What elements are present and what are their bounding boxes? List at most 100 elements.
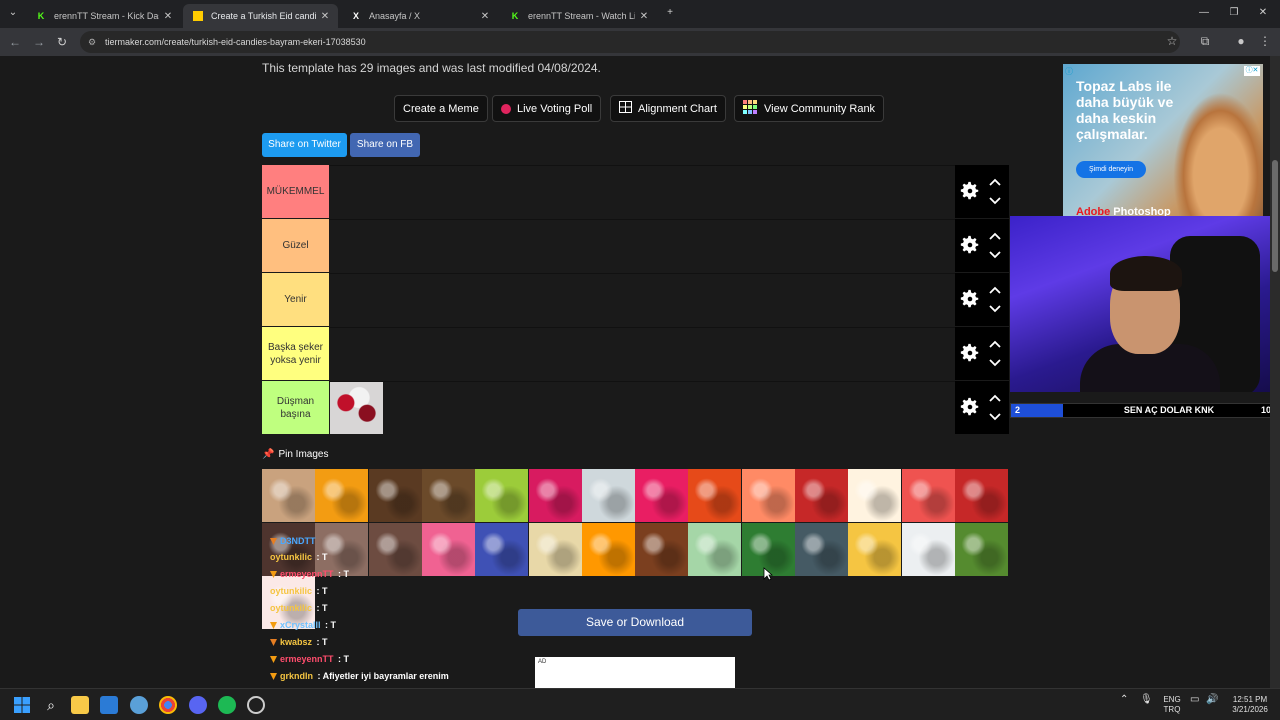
chevron-up-icon[interactable] — [988, 177, 1002, 187]
close-icon[interactable]: ✕ — [480, 11, 490, 22]
gear-icon[interactable] — [959, 234, 981, 256]
close-icon[interactable]: ✕ — [163, 11, 173, 22]
chevron-down-icon[interactable] — [988, 412, 1002, 422]
tier-drop-zone[interactable] — [329, 165, 955, 218]
chevron-down-icon[interactable] — [988, 250, 1002, 260]
candy-image[interactable] — [581, 469, 635, 522]
candy-image[interactable] — [795, 469, 848, 522]
microphone-icon[interactable]: 🎙 — [1140, 695, 1153, 705]
reload-icon[interactable]: ↻ — [55, 35, 69, 49]
restore-icon[interactable]: ❐ — [1227, 7, 1241, 18]
forward-icon[interactable]: → — [32, 35, 46, 49]
close-window-icon[interactable]: ✕ — [1256, 7, 1270, 18]
tray-overflow-icon[interactable]: ⌃ — [1120, 695, 1128, 705]
chrome-icon[interactable] — [159, 696, 177, 714]
chevron-down-icon[interactable] — [988, 304, 1002, 314]
pin-images-toggle[interactable]: 📌 Pin Images — [262, 449, 328, 460]
candy-image[interactable] — [475, 469, 529, 522]
profile-avatar[interactable]: ● — [1233, 34, 1249, 48]
gear-icon[interactable] — [959, 396, 981, 418]
discord-icon[interactable] — [189, 696, 207, 714]
candy-image[interactable] — [581, 522, 635, 576]
tier-drop-zone[interactable] — [329, 327, 955, 380]
chevron-up-icon[interactable] — [988, 285, 1002, 295]
tab-tiermaker[interactable]: Create a Turkish Eid candies (B... ✕ — [183, 4, 338, 28]
candy-image[interactable] — [901, 522, 955, 576]
candy-image[interactable] — [528, 522, 582, 576]
spotify-icon[interactable] — [218, 696, 236, 714]
chevron-down-icon[interactable] — [988, 196, 1002, 206]
tier-drop-zone[interactable] — [329, 381, 955, 434]
store-icon[interactable] — [100, 696, 118, 714]
ad-close-icon[interactable]: ⓘ✕ — [1244, 66, 1260, 76]
live-voting-poll-button[interactable]: Live Voting Poll — [492, 95, 602, 122]
alignment-chart-button[interactable]: Alignment Chart — [610, 95, 726, 122]
candy-image[interactable] — [368, 522, 422, 576]
candy-image[interactable] — [688, 522, 742, 576]
app-icon[interactable] — [130, 696, 148, 714]
candy-image[interactable] — [262, 469, 315, 522]
windows-start-icon[interactable] — [13, 696, 31, 714]
tier-label[interactable]: Güzel — [262, 219, 329, 272]
bookmark-star-icon[interactable]: ☆ — [1164, 34, 1180, 48]
view-community-rank-button[interactable]: View Community Rank — [734, 95, 885, 122]
candy-image[interactable] — [688, 469, 742, 522]
share-twitter-button[interactable]: Share on Twitter — [262, 133, 347, 157]
extensions-icon[interactable]: ⧉ — [1197, 34, 1213, 49]
candy-image[interactable] — [741, 469, 795, 522]
chevron-up-icon[interactable] — [988, 393, 1002, 403]
candy-image[interactable] — [315, 522, 369, 576]
candy-image[interactable] — [368, 469, 422, 522]
candy-image[interactable] — [421, 469, 475, 522]
tier-drop-zone[interactable] — [329, 273, 955, 326]
candy-image[interactable] — [848, 469, 902, 522]
candy-image[interactable] — [954, 469, 1008, 522]
tier-drop-zone[interactable] — [329, 219, 955, 272]
volume-icon[interactable]: 🔊 — [1206, 695, 1218, 705]
bottom-ad[interactable]: AD — [535, 657, 735, 688]
back-icon[interactable]: ← — [8, 35, 22, 49]
close-icon[interactable]: ✕ — [320, 11, 330, 22]
candy-image[interactable] — [330, 382, 383, 434]
menu-icon[interactable]: ⋮ — [1257, 34, 1273, 48]
candy-image[interactable] — [315, 469, 369, 522]
close-icon[interactable]: ✕ — [639, 11, 649, 22]
site-info-icon[interactable]: ⚙ — [88, 31, 96, 53]
network-icon[interactable]: ▭ — [1190, 695, 1199, 705]
tier-label[interactable]: MÜKEMMEL — [262, 165, 329, 218]
url-field[interactable]: ⚙ tiermaker.com/create/turkish-eid-candi… — [80, 31, 1180, 53]
candy-image[interactable] — [795, 522, 848, 576]
photoshop-ad[interactable]: ⓘ ⓘ✕ Topaz Labs ile daha büyük ve daha k… — [1063, 64, 1263, 231]
candy-image[interactable] — [635, 522, 689, 576]
ad-info-icon[interactable]: ⓘ — [1065, 66, 1073, 77]
share-fb-button[interactable]: Share on FB — [350, 133, 420, 157]
tab-x[interactable]: X Anasayfa / X ✕ — [341, 4, 498, 28]
candy-image[interactable] — [848, 522, 902, 576]
clock[interactable]: 12:51 PM 3/21/2026 — [1225, 695, 1275, 715]
chevron-down-icon[interactable] — [988, 358, 1002, 368]
candy-image[interactable] — [421, 522, 475, 576]
tab-kick-watch[interactable]: K erennTT Stream - Watch Live o... ✕ — [500, 4, 657, 28]
page-scrollbar[interactable] — [1270, 56, 1280, 688]
gear-icon[interactable] — [959, 180, 981, 202]
candy-image[interactable] — [528, 469, 582, 522]
scrollbar-thumb[interactable] — [1272, 160, 1278, 272]
search-icon[interactable]: ⌕ — [42, 696, 60, 714]
chevron-up-icon[interactable] — [988, 339, 1002, 349]
candy-image[interactable] — [954, 522, 1008, 576]
tier-label[interactable]: Düşman başına — [262, 381, 329, 434]
candy-image[interactable] — [475, 522, 529, 576]
language-indicator[interactable]: ENG TRQ — [1160, 695, 1184, 715]
candy-image[interactable] — [635, 469, 689, 522]
file-explorer-icon[interactable] — [71, 696, 89, 714]
minimize-icon[interactable]: — — [1197, 7, 1211, 18]
gear-icon[interactable] — [959, 342, 981, 364]
tab-kick-dashboard[interactable]: K erennTT Stream - Kick Dashbo... ✕ — [26, 4, 181, 28]
gear-icon[interactable] — [959, 288, 981, 310]
new-tab-icon[interactable]: + — [663, 7, 677, 18]
tier-label[interactable]: Yenir — [262, 273, 329, 326]
save-download-button[interactable]: Save or Download — [518, 609, 752, 636]
steam-icon[interactable] — [247, 696, 265, 714]
chevron-up-icon[interactable] — [988, 231, 1002, 241]
tier-label[interactable]: Başka şeker yoksa yenir — [262, 327, 329, 380]
